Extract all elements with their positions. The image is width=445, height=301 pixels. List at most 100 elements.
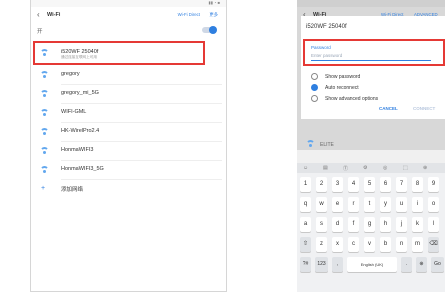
keyboard-key[interactable]: t — [364, 197, 375, 212]
wifi-signal-icon — [40, 90, 49, 97]
keyboard-key[interactable]: u — [396, 197, 407, 212]
keyboard-key[interactable]: 8 — [412, 177, 423, 192]
password-label: Password — [311, 45, 331, 50]
wifi-toggle[interactable] — [202, 26, 217, 34]
network-row[interactable]: HK-WirelPro2.4 — [31, 123, 226, 141]
clipboard-icon[interactable]: ▤ — [323, 165, 328, 171]
network-row[interactable]: HonmaWIFI3_5G — [31, 161, 226, 179]
keyboard-key[interactable]: k — [412, 217, 423, 232]
add-icon: + — [41, 185, 46, 192]
keyboard-key[interactable]: 4 — [348, 177, 359, 192]
network-row[interactable]: HonmaWIFI3 — [31, 142, 226, 160]
toggle-knob — [209, 26, 217, 34]
wifi-on-label: 开 — [37, 29, 43, 35]
app-bar: ‹ Wi-Fi Wi-Fi Direct 更多 — [31, 7, 226, 23]
keyboard-key[interactable]: m — [412, 237, 423, 252]
settings-icon[interactable]: ⚙ — [363, 165, 367, 171]
option-label: Show password — [325, 74, 361, 80]
keyboard-key[interactable]: f — [348, 217, 359, 232]
keyboard-key[interactable]: g — [364, 217, 375, 232]
network-row[interactable]: gregory — [31, 66, 226, 84]
password-dialog: i520WF 25040f Password Show password Aut… — [301, 16, 445, 119]
network-row[interactable]: gregory_mi_5G — [31, 85, 226, 103]
keyboard-toolbar: ☺ ▤ Ⓣ ⚙ ◎ ⬚ ⊕ — [297, 163, 445, 173]
keyboard-key[interactable]: n — [396, 237, 407, 252]
keyboard-key[interactable]: Go — [431, 257, 444, 272]
network-row[interactable]: WIFI-GML — [31, 104, 226, 122]
network-name: gregory_mi_5G — [61, 90, 99, 96]
cancel-button[interactable]: CANCEL — [379, 106, 398, 111]
keyboard: ☺ ▤ Ⓣ ⚙ ◎ ⬚ ⊕ 123456789qwertyuioasdfghjk… — [297, 163, 445, 292]
keyboard-key[interactable]: 123 — [315, 257, 328, 272]
wifi-signal-icon — [40, 71, 49, 78]
connect-button[interactable]: CONNECT — [413, 106, 435, 111]
network-name: ELITE — [320, 142, 334, 148]
keyboard-key[interactable]: o — [428, 197, 439, 212]
layout-icon[interactable]: ⬚ — [403, 165, 408, 171]
wifi-signal-icon — [306, 140, 315, 147]
keyboard-key[interactable]: h — [380, 217, 391, 232]
keyboard-key[interactable]: . — [401, 257, 412, 272]
keyboard-key[interactable]: 1 — [300, 177, 311, 192]
page-title: Wi-Fi — [47, 12, 61, 18]
status-bar — [297, 0, 445, 7]
keyboard-key[interactable]: 9 — [428, 177, 439, 192]
network-name: WIFI-GML — [61, 109, 87, 115]
option-label: Show advanced options — [325, 96, 379, 102]
wifi-signal-icon — [40, 128, 49, 135]
keyboard-key[interactable]: e — [332, 197, 343, 212]
keyboard-key[interactable]: s — [316, 217, 327, 232]
keyboard-key[interactable]: j — [396, 217, 407, 232]
keyboard-key[interactable]: a — [300, 217, 311, 232]
dialog-network-name: i520WF 25040f — [306, 24, 347, 30]
keyboard-key[interactable]: z — [316, 237, 327, 252]
wifi-signal-icon — [40, 109, 49, 116]
network-name: HonmaWIFI3 — [61, 147, 94, 153]
network-name: HonmaWIFI3_5G — [61, 166, 104, 172]
keyboard-key[interactable]: 6 — [380, 177, 391, 192]
network-name: gregory — [61, 71, 80, 77]
keyboard-key[interactable]: y — [380, 197, 391, 212]
keyboard-key[interactable]: c — [348, 237, 359, 252]
keyboard-key[interactable]: 7 — [396, 177, 407, 192]
space-key[interactable]: English (UK) — [347, 257, 397, 272]
status-bar: ▮▮ ◔ ■ — [31, 0, 226, 7]
keyboard-key[interactable]: l — [428, 217, 439, 232]
keyboard-key[interactable]: i — [412, 197, 423, 212]
keyboard-key[interactable]: 3 — [332, 177, 343, 192]
checkbox-icon — [311, 73, 318, 80]
option-label: Auto reconnect — [325, 85, 359, 91]
more-button[interactable]: 更多 — [209, 12, 218, 18]
network-name: HK-WirelPro2.4 — [61, 128, 100, 134]
back-arrow-icon[interactable]: ‹ — [37, 10, 40, 19]
highlight-box — [33, 41, 205, 65]
password-dialog-screen: ‹ Wi-Fi Wi-Fi Direct ADVANCED i520WF 250… — [297, 0, 445, 292]
wifi-signal-icon — [40, 166, 49, 173]
add-network-label: 添加网络 — [61, 187, 84, 193]
translate-icon[interactable]: ⊕ — [423, 165, 427, 171]
keyboard-key[interactable]: d — [332, 217, 343, 232]
keyboard-key[interactable]: b — [380, 237, 391, 252]
keyboard-key[interactable]: 5 — [364, 177, 375, 192]
keyboard-key[interactable]: r — [348, 197, 359, 212]
handwriting-icon[interactable]: ◎ — [383, 165, 387, 171]
keyboard-key[interactable]: w — [316, 197, 327, 212]
keyboard-key[interactable]: ⇧ — [300, 237, 311, 252]
keyboard-key[interactable]: q — [300, 197, 311, 212]
checkbox-checked-icon — [311, 84, 318, 91]
keyboard-key[interactable]: x — [332, 237, 343, 252]
keyboard-key[interactable]: v — [364, 237, 375, 252]
emoji-icon[interactable]: ☺ — [303, 165, 308, 171]
password-field[interactable] — [311, 51, 431, 61]
wifi-signal-icon — [40, 147, 49, 154]
wifi-direct-button[interactable]: Wi-Fi Direct — [178, 12, 200, 17]
wifi-list-screen: ▮▮ ◔ ■ ‹ Wi-Fi Wi-Fi Direct 更多 开 i520WF … — [30, 0, 227, 292]
text-icon[interactable]: Ⓣ — [343, 165, 348, 172]
keyboard-key[interactable]: ⊕ — [416, 257, 427, 272]
add-network-row[interactable]: + 添加网络 — [31, 180, 226, 198]
keyboard-key[interactable]: , — [332, 257, 343, 272]
keyboard-key[interactable]: ?# — [300, 257, 311, 272]
keyboard-key[interactable]: ⌫ — [428, 237, 439, 252]
checkbox-icon — [311, 95, 318, 102]
keyboard-key[interactable]: 2 — [316, 177, 327, 192]
